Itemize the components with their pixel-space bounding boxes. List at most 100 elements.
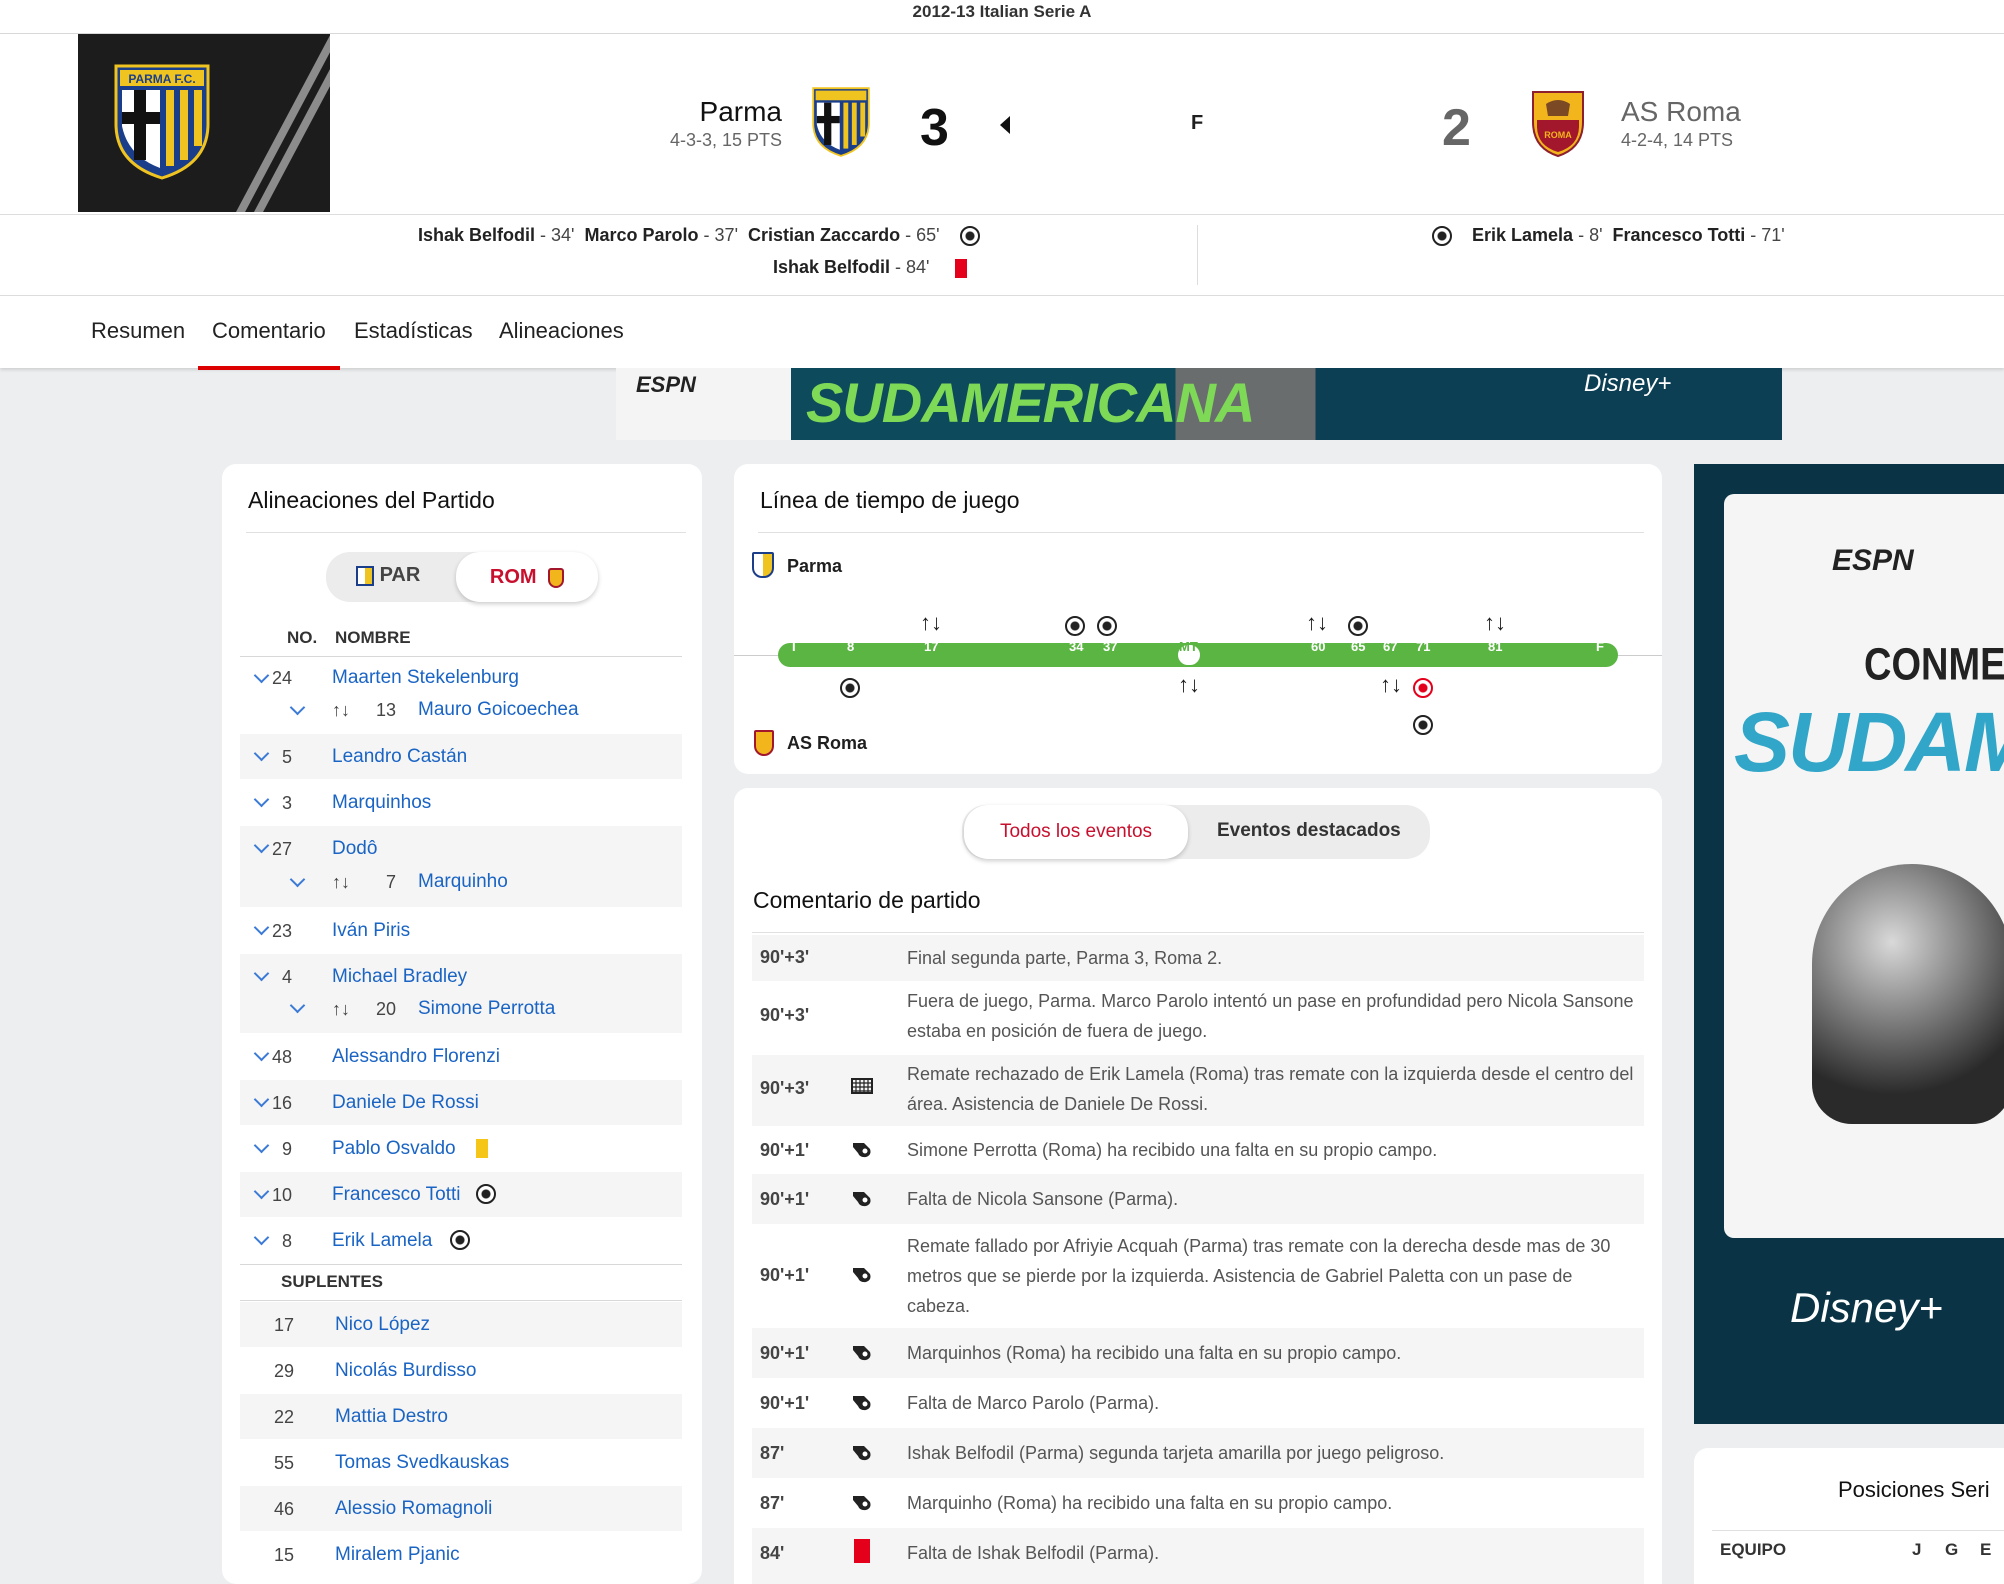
away-team-name[interactable]: AS Roma <box>1621 96 1741 128</box>
substitution-icon[interactable]: ↑↓ <box>1484 610 1506 636</box>
away-scorers-line1: Erik Lamela - 8' Francesco Totti - 71' <box>1432 225 1785 247</box>
player-name[interactable]: Dodô <box>332 838 377 860</box>
ad-banner[interactable]: ESPN SUDAMERICANA Disney+ <box>616 368 1782 440</box>
side-ad-line2: SUDAMERI <box>1734 695 2004 789</box>
player-name[interactable]: Daniele De Rossi <box>332 1092 479 1114</box>
player-name[interactable]: Nicolás Burdisso <box>335 1360 477 1382</box>
player-name[interactable]: Simone Perrotta <box>418 998 555 1020</box>
goal-ball-icon[interactable] <box>1065 612 1085 638</box>
substitution-icon[interactable]: ↑↓ <box>1178 672 1200 698</box>
player-name[interactable]: Leandro Castán <box>332 746 467 768</box>
toggle-all-events[interactable]: Todos los eventos <box>964 805 1188 859</box>
player-name[interactable]: Erik Lamela <box>332 1230 432 1252</box>
toggle-par[interactable]: PAR <box>356 564 420 587</box>
subs-title: SUPLENTES <box>281 1272 384 1291</box>
commentary-row: 90'+1' Falta de Marco Parolo (Parma). <box>752 1378 1644 1428</box>
player-number: 48 <box>271 1047 292 1067</box>
match-tabs: Resumen Comentario Estadísticas Alineaci… <box>0 296 2004 370</box>
tab-resumen[interactable]: Resumen <box>91 318 185 344</box>
substitution-icon[interactable]: ↑↓ <box>920 610 942 636</box>
red-card-goal-icon[interactable] <box>1413 674 1433 700</box>
substitution-icon[interactable]: ↑↓ <box>1306 610 1328 636</box>
player-number: 8 <box>281 1231 292 1251</box>
player-number: 22 <box>273 1407 294 1427</box>
commentary-row: 90'+1' Marquinhos (Roma) ha recibido una… <box>752 1328 1644 1378</box>
commentary-row: 87' Marquinho (Roma) ha recibido una fal… <box>752 1478 1644 1528</box>
event-time: 90'+1' <box>760 1265 810 1285</box>
scorer-name[interactable]: Cristian Zaccardo <box>748 225 900 245</box>
divider <box>246 532 686 533</box>
player-name[interactable]: Maarten Stekelenburg <box>332 667 519 689</box>
divider <box>758 532 1644 533</box>
player-name[interactable]: Michael Bradley <box>332 966 467 988</box>
scorer-name[interactable]: Francesco Totti <box>1613 225 1746 245</box>
player-number: 7 <box>385 872 396 892</box>
tab-comentario[interactable]: Comentario <box>198 318 340 370</box>
scorer-name[interactable]: Marco Parolo <box>585 225 699 245</box>
player-name[interactable]: Nico López <box>335 1314 430 1336</box>
tab-estadisticas[interactable]: Estadísticas <box>354 318 473 344</box>
lineup-row: 3 Marquinhos <box>240 780 682 826</box>
sub-row: 17 Nico López <box>240 1302 682 1348</box>
timeline-tick: 81 <box>1488 639 1503 654</box>
whistle-icon <box>850 1440 874 1470</box>
timeline-tick: 67 <box>1383 639 1398 654</box>
lineup-row: 4 Michael Bradley ↑↓ 20 Simone Perrotta <box>240 954 682 1034</box>
goal-ball-icon[interactable] <box>1348 612 1368 638</box>
substitution-icon[interactable]: ↑↓ <box>1380 672 1402 698</box>
player-name[interactable]: Francesco Totti <box>332 1184 460 1206</box>
scorers-divider <box>1197 225 1198 285</box>
player-name[interactable]: Pablo Osvaldo <box>332 1138 456 1160</box>
event-time: 90'+1' <box>760 1189 810 1209</box>
event-time: 90'+1' <box>760 1343 810 1363</box>
event-text: Falta de Marco Parolo (Parma). <box>907 1393 1160 1413</box>
scorer-name[interactable]: Ishak Belfodil <box>773 257 890 277</box>
toggle-key-events[interactable]: Eventos destacados <box>1217 820 1401 842</box>
match-status: F <box>1191 112 1204 134</box>
trophy-image <box>1812 864 2004 1124</box>
yellow-card-icon <box>476 1139 488 1158</box>
parma-crest-icon: PARMA F.C. <box>114 64 210 180</box>
divider <box>240 1264 682 1265</box>
player-name[interactable]: Mattia Destro <box>335 1406 448 1428</box>
player-name[interactable]: Iván Piris <box>332 920 410 942</box>
ad-brand: ESPN <box>636 372 696 397</box>
event-time: 90'+3' <box>760 1078 810 1098</box>
whistle-icon <box>850 1390 874 1420</box>
player-number: 20 <box>375 999 396 1019</box>
tab-alineaciones[interactable]: Alineaciones <box>499 318 624 344</box>
commentary-title: Comentario de partido <box>753 887 981 913</box>
whistle-icon <box>850 1186 874 1216</box>
player-name[interactable]: Alessandro Florenzi <box>332 1046 500 1068</box>
home-team-name[interactable]: Parma <box>640 96 782 128</box>
chevron-down-icon[interactable] <box>289 997 306 1014</box>
red-card-icon <box>954 258 967 278</box>
goal-ball-icon[interactable] <box>1413 711 1433 737</box>
timeline-tick: 37 <box>1103 639 1118 654</box>
player-name[interactable]: Alessio Romagnoli <box>335 1498 492 1520</box>
timeline-home-label: Parma <box>787 556 843 576</box>
event-text: Marquinhos (Roma) ha recibido una falta … <box>907 1343 1402 1363</box>
player-name[interactable]: Mauro Goicoechea <box>418 699 579 721</box>
chevron-down-icon[interactable] <box>289 699 306 716</box>
home-team-record: 4-3-3, 15 PTS <box>669 130 782 150</box>
lineup-row: 8 Erik Lamela <box>240 1218 682 1264</box>
player-name[interactable]: Tomas Svedkauskas <box>335 1452 509 1474</box>
scorer-name[interactable]: Erik Lamela <box>1472 225 1573 245</box>
player-number: 3 <box>281 793 292 813</box>
toggle-rom-label: ROM <box>489 566 537 588</box>
goal-ball-icon <box>476 1184 496 1204</box>
player-name[interactable]: Marquinhos <box>332 792 431 814</box>
toggle-rom[interactable]: ROM <box>456 552 598 602</box>
player-name[interactable]: Marquinho <box>418 871 508 893</box>
goal-ball-icon[interactable] <box>1097 612 1117 638</box>
event-time: 87' <box>760 1493 785 1513</box>
standings-col-g: G <box>1945 1540 1959 1559</box>
chevron-down-icon[interactable] <box>289 871 306 888</box>
goal-ball-icon[interactable] <box>840 674 860 700</box>
sub-row: 22 Mattia Destro <box>240 1394 682 1440</box>
side-ad[interactable]: ESPN CONMEBOL SUDAMERI Disney+ <box>1694 464 2004 1424</box>
player-name[interactable]: Miralem Pjanic <box>335 1544 460 1566</box>
scorer-name[interactable]: Ishak Belfodil <box>418 225 535 245</box>
event-text: Remate fallado por Afriyie Acquah (Parma… <box>907 1236 1611 1316</box>
